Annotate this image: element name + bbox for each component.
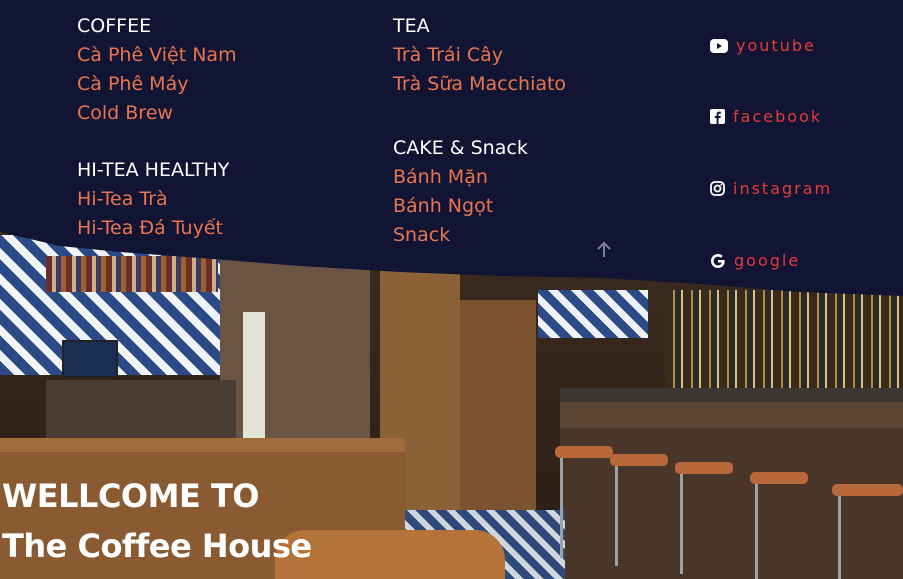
menu-heading-cake: CAKE & Snack <box>393 137 528 159</box>
hero-line-1: WELLCOME TO <box>2 477 259 515</box>
menu-link[interactable]: Cà Phê Việt Nam <box>77 41 237 70</box>
menu-link[interactable]: Snack <box>393 221 566 250</box>
door <box>243 312 265 442</box>
social-label: google <box>734 251 801 270</box>
bookshelf <box>46 256 218 292</box>
facebook-icon <box>710 109 725 124</box>
menu-heading-coffee: COFFEE <box>77 15 152 37</box>
stool-leg <box>755 484 758 579</box>
social-label: facebook <box>733 107 823 126</box>
wood-pillar <box>460 300 536 515</box>
instagram-icon <box>710 181 725 196</box>
youtube-icon <box>710 38 728 53</box>
menu-link[interactable]: Cà Phê Máy <box>77 70 237 99</box>
hero-line-2: The Coffee House <box>2 527 312 565</box>
bar-stool <box>610 454 668 466</box>
social-label: youtube <box>736 36 816 55</box>
stool-leg <box>680 474 683 574</box>
bar-stool <box>750 472 808 484</box>
arrow-up-icon[interactable] <box>594 240 614 260</box>
menu-column-tea: TEA Trà Trái Cây Trà Sữa Macchiato CAKE … <box>393 12 566 250</box>
bar-stool <box>675 462 733 474</box>
hero-title: WELLCOME TO The Coffee House <box>2 474 312 574</box>
menu-link[interactable]: Trà Sữa Macchiato <box>393 70 566 99</box>
stool-leg <box>615 466 618 566</box>
social-google[interactable]: google <box>710 251 800 270</box>
menu-column-coffee: COFFEE Cà Phê Việt Nam Cà Phê Máy Cold B… <box>77 12 237 243</box>
social-instagram[interactable]: instagram <box>710 179 832 198</box>
google-icon <box>711 253 725 268</box>
menu-link[interactable]: Cold Brew <box>77 99 237 128</box>
menu-link[interactable]: Trà Trái Cây <box>393 41 566 70</box>
bar-stool <box>555 446 613 458</box>
bar-stool <box>832 484 903 496</box>
menu-link[interactable]: Hi-Tea Trà <box>77 185 237 214</box>
menu-link[interactable]: Hi-Tea Đá Tuyết <box>77 214 237 243</box>
stool-leg <box>560 458 563 558</box>
menu-heading-hitea: HI-TEA HEALTHY <box>77 159 230 181</box>
bar-shelves <box>665 290 903 390</box>
social-youtube[interactable]: youtube <box>710 36 816 55</box>
menu-link[interactable]: Bánh Mặn <box>393 163 566 192</box>
social-facebook[interactable]: facebook <box>710 107 822 126</box>
stool-leg <box>838 496 841 579</box>
monitor <box>62 340 118 378</box>
social-label: instagram <box>733 179 833 198</box>
tile-wall <box>538 290 648 338</box>
menu-heading-tea: TEA <box>393 15 430 37</box>
menu-link[interactable]: Bánh Ngọt <box>393 192 566 221</box>
